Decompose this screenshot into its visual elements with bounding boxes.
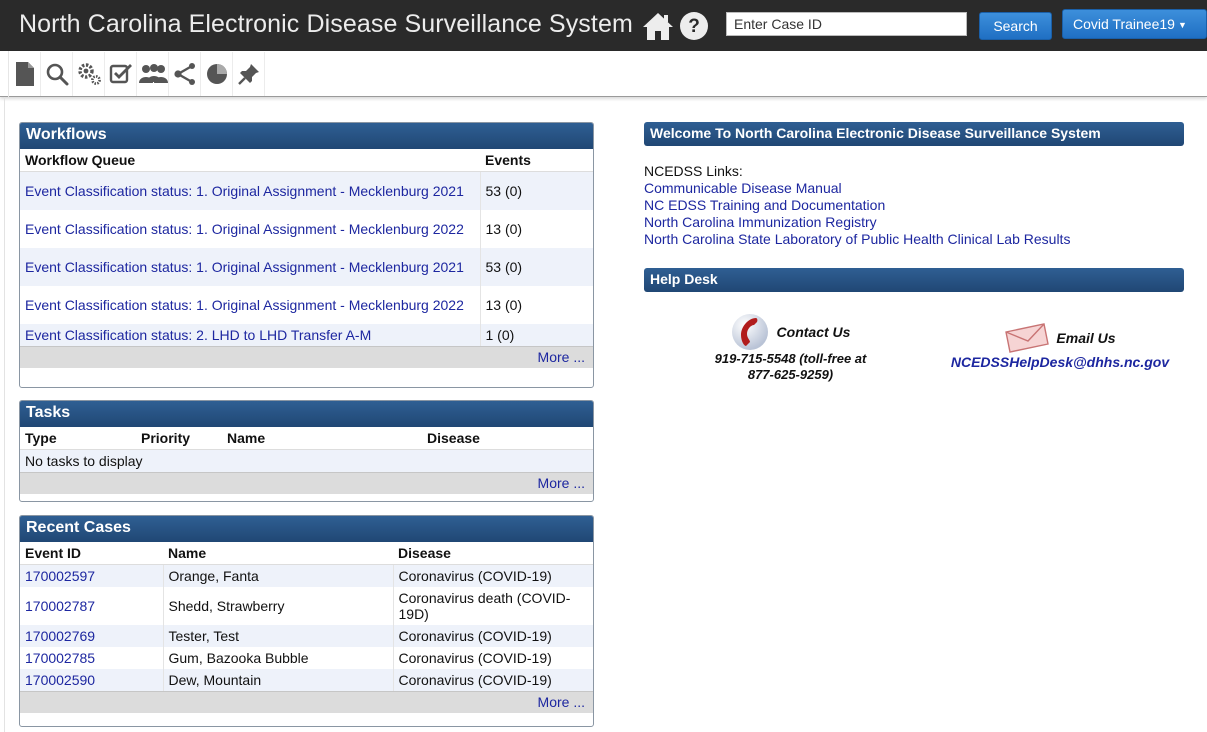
case-name: Dew, Mountain (162, 668, 393, 691)
case-name: Orange, Fanta (162, 564, 393, 587)
col-workflow-queue: Workflow Queue (20, 149, 480, 172)
link-communicable-disease-manual[interactable]: Communicable Disease Manual (644, 180, 1184, 197)
events-count: 13 (0) (479, 209, 593, 248)
envelope-icon (1005, 323, 1050, 353)
workflow-queue-link[interactable]: Event Classification status: 2. LHD to L… (25, 327, 371, 343)
pin-icon[interactable] (233, 52, 265, 96)
table-row[interactable]: 170002597 Orange, Fanta Coronavirus (COV… (20, 564, 593, 587)
recent-cases-title: Recent Cases (20, 516, 593, 542)
table-row[interactable]: Event Classification status: 1. Original… (20, 247, 593, 286)
col-disease: Disease (393, 542, 593, 565)
ncedss-links: NCEDSS Links: Communicable Disease Manua… (644, 163, 1184, 248)
settings-gears-icon[interactable] (73, 52, 105, 96)
tasks-title: Tasks (20, 401, 593, 427)
workflows-title: Workflows (20, 123, 593, 149)
tasks-more: More ... (20, 471, 593, 494)
col-events: Events (480, 149, 593, 172)
table-row[interactable]: Event Classification status: 1. Original… (20, 171, 593, 210)
link-training-documentation[interactable]: NC EDSS Training and Documentation (644, 197, 1184, 214)
recent-cases-more-link[interactable]: More ... (538, 694, 585, 710)
table-row[interactable]: 170002769 Tester, Test Coronavirus (COVI… (20, 624, 593, 647)
events-count: 13 (0) (479, 285, 593, 324)
table-row[interactable]: Event Classification status: 1. Original… (20, 285, 593, 324)
app-title: North Carolina Electronic Disease Survei… (19, 10, 633, 38)
case-name: Shedd, Strawberry (162, 586, 393, 625)
table-row[interactable]: Event Classification status: 2. LHD to L… (20, 323, 593, 346)
case-disease: Coronavirus (COVID-19) (392, 646, 593, 669)
tasks-empty-message: No tasks to display (20, 449, 593, 472)
case-name: Gum, Bazooka Bubble (162, 646, 393, 669)
col-priority: Priority (136, 427, 222, 450)
caret-down-icon: ▼ (1177, 20, 1187, 31)
event-id-link[interactable]: 170002597 (25, 568, 95, 584)
helpdesk-title: Help Desk (644, 268, 1184, 292)
event-id-link[interactable]: 170002590 (25, 672, 95, 688)
left-edge-divider (0, 97, 5, 732)
event-id-link[interactable]: 170002769 (25, 628, 95, 644)
email-us-label[interactable]: Email Us (1056, 330, 1115, 346)
col-event-id: Event ID (20, 542, 163, 565)
user-menu-button[interactable]: Covid Trainee19 ▼ (1062, 9, 1207, 39)
checklist-icon[interactable] (105, 52, 137, 96)
workflow-queue-link[interactable]: Event Classification status: 1. Original… (25, 183, 464, 199)
welcome-title: Welcome To North Carolina Electronic Dis… (644, 122, 1184, 146)
workflow-queue-link[interactable]: Event Classification status: 1. Original… (25, 297, 464, 313)
events-count: 53 (0) (479, 171, 593, 210)
events-count: 53 (0) (479, 247, 593, 286)
col-name: Name (163, 542, 393, 565)
case-disease: Coronavirus death (COVID-19D) (392, 586, 593, 625)
case-name: Tester, Test (162, 624, 393, 647)
user-name: Covid Trainee19 (1073, 16, 1175, 32)
event-id-link[interactable]: 170002785 (25, 650, 95, 666)
toolbar-icons (8, 51, 265, 97)
table-row[interactable]: 170002590 Dew, Mountain Coronavirus (COV… (20, 668, 593, 691)
helpdesk-email-link[interactable]: NCEDSSHelpDesk@dhhs.nc.gov (951, 354, 1169, 370)
tasks-table: Type Priority Name Disease No tasks to d… (20, 427, 593, 472)
col-name: Name (222, 427, 422, 450)
tasks-more-link[interactable]: More ... (538, 475, 585, 491)
phone-icon (731, 314, 768, 350)
home-icon[interactable] (641, 11, 675, 41)
link-state-lab-results[interactable]: North Carolina State Laboratory of Publi… (644, 231, 1184, 248)
workflows-table: Workflow Queue Events Event Classificati… (20, 149, 593, 346)
phone-line-2: 877-625-9259) (747, 367, 834, 382)
workflow-queue-link[interactable]: Event Classification status: 1. Original… (25, 221, 464, 237)
share-icon[interactable] (169, 52, 201, 96)
top-bar: North Carolina Electronic Disease Survei… (0, 0, 1207, 51)
new-document-icon[interactable] (9, 52, 41, 96)
col-disease: Disease (422, 427, 593, 450)
svg-text:?: ? (688, 16, 700, 37)
workflow-queue-link[interactable]: Event Classification status: 1. Original… (25, 259, 464, 275)
table-row[interactable]: 170002785 Gum, Bazooka Bubble Coronaviru… (20, 646, 593, 669)
recent-cases-panel: Recent Cases Event ID Name Disease 17000… (19, 515, 594, 727)
workflows-more-link[interactable]: More ... (538, 349, 585, 365)
help-icon[interactable]: ? (679, 11, 709, 41)
toolbar (0, 51, 1207, 97)
case-disease: Coronavirus (COVID-19) (392, 668, 593, 691)
phone-line-1: 919-715-5548 (toll-free at (714, 351, 867, 366)
col-type: Type (20, 427, 136, 450)
search-icon[interactable] (41, 52, 73, 96)
case-disease: Coronavirus (COVID-19) (392, 624, 593, 647)
links-label: NCEDSS Links: (644, 163, 743, 179)
people-icon[interactable] (137, 52, 169, 96)
tasks-panel: Tasks Type Priority Name Disease No task… (19, 400, 594, 502)
contact-us: Contact Us 919-715-5548 (toll-free at 87… (688, 313, 893, 383)
workflows-more: More ... (20, 345, 593, 368)
email-us: Email Us NCEDSSHelpDesk@dhhs.nc.gov (925, 322, 1195, 370)
case-id-input[interactable] (726, 12, 967, 36)
event-id-link[interactable]: 170002787 (25, 598, 95, 614)
contact-us-label: Contact Us (776, 324, 851, 340)
pie-chart-icon[interactable] (201, 52, 233, 96)
events-count: 1 (0) (479, 323, 593, 346)
recent-cases-more: More ... (20, 690, 593, 713)
table-row[interactable]: Event Classification status: 1. Original… (20, 209, 593, 248)
workflows-panel: Workflows Workflow Queue Events Event Cl… (19, 122, 594, 388)
link-immunization-registry[interactable]: North Carolina Immunization Registry (644, 214, 1184, 231)
case-disease: Coronavirus (COVID-19) (392, 564, 593, 587)
recent-cases-table: Event ID Name Disease 170002597 Orange, … (20, 542, 593, 691)
table-row[interactable]: 170002787 Shedd, Strawberry Coronavirus … (20, 586, 593, 625)
search-button[interactable]: Search (979, 12, 1052, 40)
